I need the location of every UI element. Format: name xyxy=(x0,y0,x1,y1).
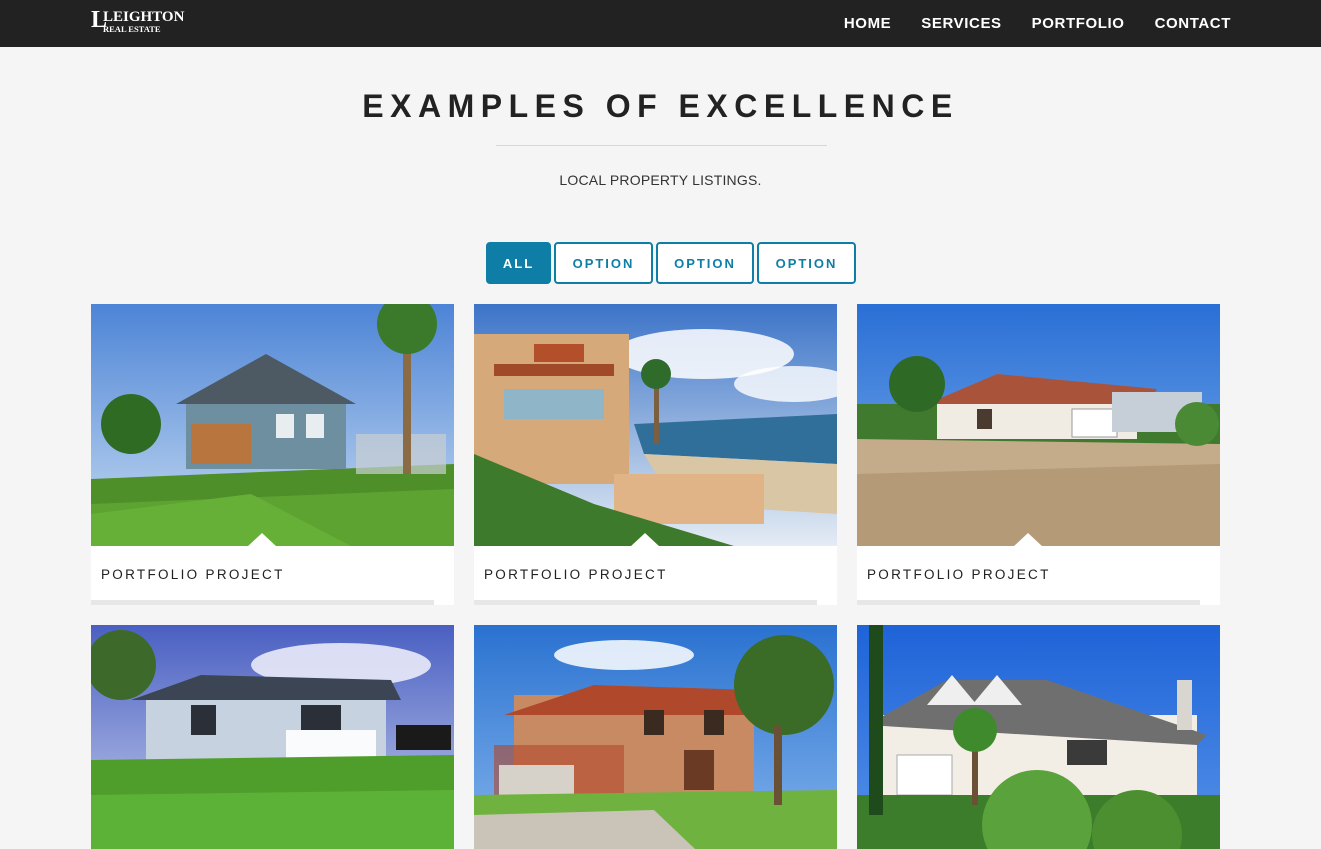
title-divider xyxy=(496,145,827,146)
portfolio-card[interactable]: PORTFOLIO PROJECT xyxy=(474,304,837,605)
suburban-house-photo[interactable] xyxy=(857,625,1220,849)
filter-all-button[interactable]: ALL xyxy=(486,242,551,284)
nav-menu: HOME SERVICES PORTFOLIO CONTACT xyxy=(814,0,1231,47)
portfolio-card[interactable]: PORTFOLIO PROJECT xyxy=(857,304,1220,605)
card-caret xyxy=(247,533,277,547)
card-title[interactable]: PORTFOLIO PROJECT xyxy=(101,567,285,582)
filter-option-button[interactable]: OPTION xyxy=(757,242,856,284)
filter-option-button[interactable]: OPTION xyxy=(656,242,754,284)
card-footer-bar xyxy=(857,600,1200,605)
navbar: L LEIGHTON REAL ESTATE HOME SERVICES POR… xyxy=(0,0,1321,47)
portfolio-card[interactable] xyxy=(857,625,1220,849)
nav-portfolio-link[interactable]: PORTFOLIO xyxy=(1032,15,1125,32)
house-photo[interactable] xyxy=(91,304,454,546)
ranch-house-photo[interactable] xyxy=(857,304,1220,546)
portfolio-card[interactable]: PORTFOLIO PROJECT xyxy=(91,304,454,605)
nav-home-link[interactable]: HOME xyxy=(844,15,891,32)
two-story-house-photo[interactable] xyxy=(474,625,837,849)
card-footer-bar xyxy=(474,600,817,605)
card-caret xyxy=(630,533,660,547)
portfolio-filters: ALL OPTION OPTION OPTION xyxy=(486,242,859,284)
portfolio-card[interactable] xyxy=(474,625,837,849)
cottage-photo[interactable] xyxy=(91,625,454,849)
section-title: EXAMPLES OF EXCELLENCE xyxy=(362,88,959,124)
card-title[interactable]: PORTFOLIO PROJECT xyxy=(867,567,1051,582)
card-footer-bar xyxy=(91,600,434,605)
card-caret xyxy=(1013,533,1043,547)
logo-text-main: LEIGHTON xyxy=(103,9,185,25)
nav-services-link[interactable]: SERVICES xyxy=(921,15,1001,32)
filter-option-button[interactable]: OPTION xyxy=(554,242,653,284)
logo-icon: L LEIGHTON REAL ESTATE xyxy=(91,7,185,34)
card-title[interactable]: PORTFOLIO PROJECT xyxy=(484,567,668,582)
beach-house-photo[interactable] xyxy=(474,304,837,546)
nav-contact-link[interactable]: CONTACT xyxy=(1155,15,1231,32)
logo[interactable]: L LEIGHTON REAL ESTATE xyxy=(91,6,191,38)
section-subtitle: LOCAL PROPERTY LISTINGS. xyxy=(559,172,762,188)
logo-text-sub: REAL ESTATE xyxy=(103,24,161,34)
portfolio-card[interactable] xyxy=(91,625,454,849)
